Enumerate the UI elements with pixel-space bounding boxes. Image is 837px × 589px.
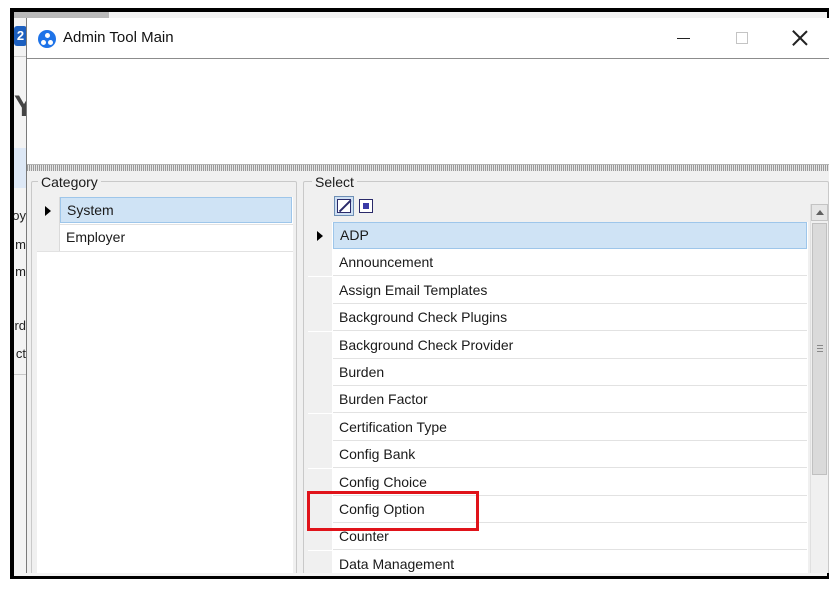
list-item-label[interactable]: Data Management: [333, 551, 807, 573]
grip-icon: [817, 345, 823, 352]
list-item-label[interactable]: Certification Type: [333, 414, 807, 441]
list-item-label[interactable]: ADP: [333, 222, 807, 249]
row-header[interactable]: [308, 331, 332, 359]
row-header[interactable]: [308, 550, 332, 573]
row-header[interactable]: [308, 386, 332, 414]
check-all-button[interactable]: [334, 196, 354, 216]
row-header[interactable]: [308, 441, 332, 469]
annotation-highlight-box: [307, 491, 479, 531]
list-item-label[interactable]: Config Bank: [333, 441, 807, 469]
close-icon: [792, 30, 808, 46]
list-item-label[interactable]: Announcement: [333, 249, 807, 277]
background-panel: [14, 148, 26, 188]
list-item[interactable]: Certification Type: [308, 413, 808, 441]
maximize-icon: [736, 32, 748, 44]
list-item-label[interactable]: Burden Factor: [333, 386, 807, 414]
select-legend: Select: [312, 174, 357, 190]
row-header[interactable]: [308, 222, 332, 249]
minimize-icon: [676, 37, 690, 39]
list-item[interactable]: Config Bank: [308, 441, 808, 469]
background-heading-fragment: Y: [14, 92, 26, 122]
row-header[interactable]: [308, 249, 332, 277]
list-item[interactable]: Data Management: [308, 550, 808, 573]
vertical-scrollbar[interactable]: [810, 204, 828, 573]
select-all-button[interactable]: [356, 196, 376, 216]
list-item[interactable]: Announcement: [308, 249, 808, 277]
list-item-label[interactable]: Background Check Plugins: [333, 304, 807, 332]
category-row-employer[interactable]: Employer: [37, 224, 293, 252]
row-header[interactable]: [308, 413, 332, 441]
list-item[interactable]: Background Check Provider: [308, 331, 808, 359]
admin-tool-window: Admin Tool Main Category System Employer…: [26, 18, 829, 573]
filled-square-icon: [359, 199, 373, 213]
list-item[interactable]: ADP: [308, 222, 808, 249]
background-divider: [14, 56, 26, 57]
minimize-button[interactable]: [660, 18, 706, 58]
background-label-1: oy: [14, 208, 26, 223]
list-item-label[interactable]: Assign Email Templates: [333, 277, 807, 304]
select-toolbar: [308, 196, 808, 218]
list-item[interactable]: Background Check Plugins: [308, 304, 808, 332]
category-legend: Category: [38, 174, 101, 190]
app-icon: [38, 30, 56, 48]
scroll-thumb[interactable]: [812, 223, 827, 475]
window-title: Admin Tool Main: [63, 29, 174, 46]
background-divider: [14, 374, 26, 375]
current-row-arrow-icon: [45, 205, 51, 216]
row-header[interactable]: [37, 224, 60, 251]
checkbox-cross-icon: [337, 199, 351, 213]
category-cell[interactable]: System: [60, 197, 292, 223]
background-label-2: m: [15, 237, 26, 252]
maximize-button[interactable]: [719, 18, 765, 58]
top-panel: [27, 59, 829, 164]
row-header[interactable]: [308, 276, 332, 304]
row-header[interactable]: [308, 359, 332, 386]
category-row-system[interactable]: System: [37, 197, 293, 225]
row-header[interactable]: [308, 304, 332, 332]
list-item-label[interactable]: Background Check Provider: [333, 332, 807, 359]
category-grid: System Employer: [37, 197, 293, 573]
list-item[interactable]: Burden: [308, 359, 808, 386]
background-label-5: ct: [15, 346, 26, 361]
background-label-3: m: [15, 264, 26, 279]
background-label-4: rd: [14, 318, 26, 333]
chevron-up-icon: [815, 210, 824, 215]
close-button[interactable]: [777, 18, 823, 58]
list-item[interactable]: Burden Factor: [308, 386, 808, 414]
scroll-up-button[interactable]: [811, 204, 828, 221]
title-bar[interactable]: Admin Tool Main: [27, 18, 829, 59]
list-item-label[interactable]: Burden: [333, 359, 807, 386]
current-row-arrow-icon: [317, 230, 323, 241]
category-group: Category System Employer: [31, 174, 297, 573]
row-header[interactable]: [37, 197, 60, 224]
list-item[interactable]: Assign Email Templates: [308, 276, 808, 304]
category-cell[interactable]: Employer: [60, 224, 292, 250]
